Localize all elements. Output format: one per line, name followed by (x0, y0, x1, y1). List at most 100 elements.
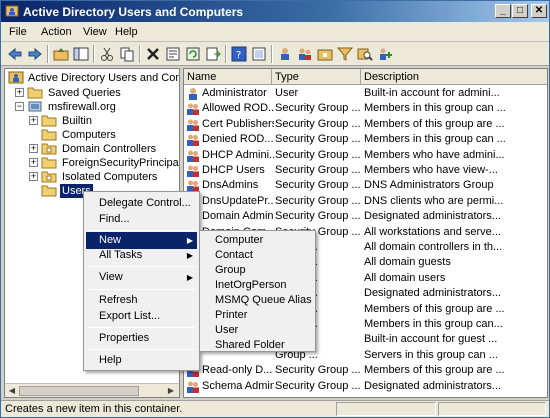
tree-item-foreign-security-principals[interactable]: + ForeignSecurityPrincipals (29, 156, 179, 170)
scroll-left-icon[interactable]: ◀ (6, 385, 18, 397)
list-row[interactable]: DHCP Admini... Security Group ... Members … (184, 148, 547, 163)
tree-item-builtin[interactable]: + Builtin (29, 114, 179, 128)
cell-description: Members of this group are ... (364, 117, 505, 130)
refresh-icon[interactable] (185, 46, 201, 62)
cell-description: Built-in account for guest ... (364, 333, 498, 346)
new-ou-icon[interactable] (317, 46, 333, 62)
copy-icon[interactable] (119, 46, 135, 62)
expand-icon[interactable]: + (29, 144, 38, 153)
column-header-name[interactable]: Name (184, 69, 272, 85)
submenu-item-msmq-queue-alias[interactable]: MSMQ Queue Alias (202, 293, 313, 308)
cell-description: All domain users (364, 271, 446, 284)
menu-item-help[interactable]: Help (86, 352, 197, 369)
cell-description: Members who have admini... (364, 148, 505, 161)
expand-icon[interactable]: + (29, 116, 38, 125)
cut-icon[interactable] (99, 46, 115, 62)
submenu-item-shared-folder[interactable]: Shared Folder (202, 338, 313, 353)
filter-icon[interactable] (337, 46, 353, 62)
expand-icon[interactable]: + (29, 158, 38, 167)
tree-horizontal-scrollbar[interactable]: ◀ ▶ (5, 383, 179, 397)
tree-item-label: Saved Queries (48, 87, 121, 99)
menu-view[interactable]: View (83, 26, 107, 38)
submenu-item-group[interactable]: Group (202, 263, 313, 278)
scrollbar-thumb[interactable] (19, 386, 139, 396)
menu-file[interactable]: File (9, 26, 27, 38)
submenu-item-inetorgperson[interactable]: InetOrgPerson (202, 278, 313, 293)
tree-item-domain-controllers[interactable]: + Domain Controllers (29, 142, 179, 156)
group-icon (186, 164, 200, 177)
cell-description: Built-in account for admini... (364, 87, 500, 99)
toolbar-separator (225, 45, 227, 63)
menu-item-export-list[interactable]: Export List... (86, 308, 197, 325)
submenu-arrow-icon: ▶ (186, 251, 193, 260)
cell-name: Read-only D... (202, 364, 273, 377)
tree-item-domain[interactable]: − msfirewall.org (15, 100, 175, 114)
scroll-right-icon[interactable]: ▶ (165, 385, 177, 397)
menu-help[interactable]: Help (115, 26, 138, 38)
cell-type: User (275, 87, 299, 99)
menu-item-delegate-control[interactable]: Delegate Control... (86, 195, 197, 212)
list-row[interactable]: Cert Publishers Security Group ... Members… (184, 117, 547, 132)
toolbar-separator (47, 45, 49, 63)
cell-type: Security Group ... (275, 210, 360, 223)
list-row[interactable]: Allowed ROD... Security Group ... Members … (184, 101, 547, 116)
back-icon[interactable] (7, 46, 23, 62)
folder-icon (41, 129, 57, 141)
new-group-icon[interactable] (297, 46, 313, 62)
column-header-description[interactable]: Description (361, 69, 547, 85)
maximize-button[interactable]: □ (512, 4, 528, 18)
cell-description: All domain controllers in th... (364, 241, 503, 253)
submenu-item-printer[interactable]: Printer (202, 308, 313, 323)
menu-item-view[interactable]: View ▶ (86, 269, 197, 286)
app-window: Active Directory Users and Computers _ □… (0, 0, 550, 418)
list-row[interactable]: DnsAdmins Security Group ... DNS Administr… (184, 178, 547, 193)
help-icon[interactable]: ? (231, 46, 247, 62)
cell-name: Cert Publishers (202, 117, 274, 130)
menu-item-find[interactable]: Find... (86, 211, 197, 228)
collapse-icon[interactable]: − (15, 102, 24, 111)
submenu-item-user[interactable]: User (202, 323, 313, 338)
list-row[interactable]: Schema Admins Security Group ... Designate… (184, 379, 547, 394)
list-row[interactable]: Administrator User Built-in account for ad… (184, 86, 547, 101)
show-hide-tree-icon[interactable] (73, 46, 89, 62)
cell-description: Members of this group are ... (364, 364, 505, 377)
tree-item-saved-queries[interactable]: + Saved Queries (15, 86, 175, 100)
close-button[interactable]: ✕ (531, 4, 547, 18)
list-row[interactable]: Read-only D... Security Group ... Members … (184, 363, 547, 378)
new-user-icon[interactable] (277, 46, 293, 62)
expand-icon[interactable]: + (15, 88, 24, 97)
cell-type: Security Group ... (275, 102, 360, 115)
submenu-item-contact[interactable]: Contact (202, 248, 313, 263)
menu-item-all-tasks[interactable]: All Tasks ▶ (86, 247, 197, 264)
title-bar[interactable]: Active Directory Users and Computers _ □… (1, 1, 549, 22)
cell-description: Members of this group are ... (364, 302, 505, 315)
add-to-group-icon[interactable] (377, 46, 393, 62)
cell-description: Designated administrators... (364, 287, 501, 300)
menu-item-properties[interactable]: Properties (86, 330, 197, 347)
column-header-type[interactable]: Type (272, 69, 361, 85)
properties-icon[interactable] (165, 46, 181, 62)
expand-icon[interactable]: + (29, 172, 38, 181)
delete-icon[interactable] (145, 46, 161, 62)
up-folder-icon[interactable] (53, 46, 69, 62)
list-row[interactable]: Domain Admins Security Group ... Designate… (184, 209, 547, 224)
list-row[interactable]: DHCP Users Security Group ... Members who … (184, 163, 547, 178)
new-submenu: Computer Contact Group InetOrgPerson MSM… (199, 230, 316, 352)
tree-item-computers[interactable]: Computers (29, 128, 179, 142)
cell-description: Servers in this group can ... (364, 348, 498, 361)
minimize-button[interactable]: _ (495, 4, 511, 18)
submenu-item-computer[interactable]: Computer (202, 233, 313, 248)
export-list-icon[interactable] (205, 46, 221, 62)
find-icon[interactable] (357, 46, 373, 62)
toolbar-separator (93, 45, 95, 63)
menu-item-refresh[interactable]: Refresh (86, 292, 197, 309)
menu-action[interactable]: Action (41, 26, 72, 38)
list-row[interactable]: DnsUpdatePr... Security Group ... DNS clie… (184, 194, 547, 209)
forward-icon[interactable] (27, 46, 43, 62)
tree-item-isolated-computers[interactable]: + Isolated Computers (29, 170, 179, 184)
menu-separator (88, 266, 195, 267)
help-topics-icon[interactable] (251, 46, 267, 62)
ad-snapin-icon (8, 71, 24, 84)
ad-users-app-icon (5, 5, 19, 17)
list-row[interactable]: Denied ROD... Security Group ... Members i… (184, 132, 547, 147)
